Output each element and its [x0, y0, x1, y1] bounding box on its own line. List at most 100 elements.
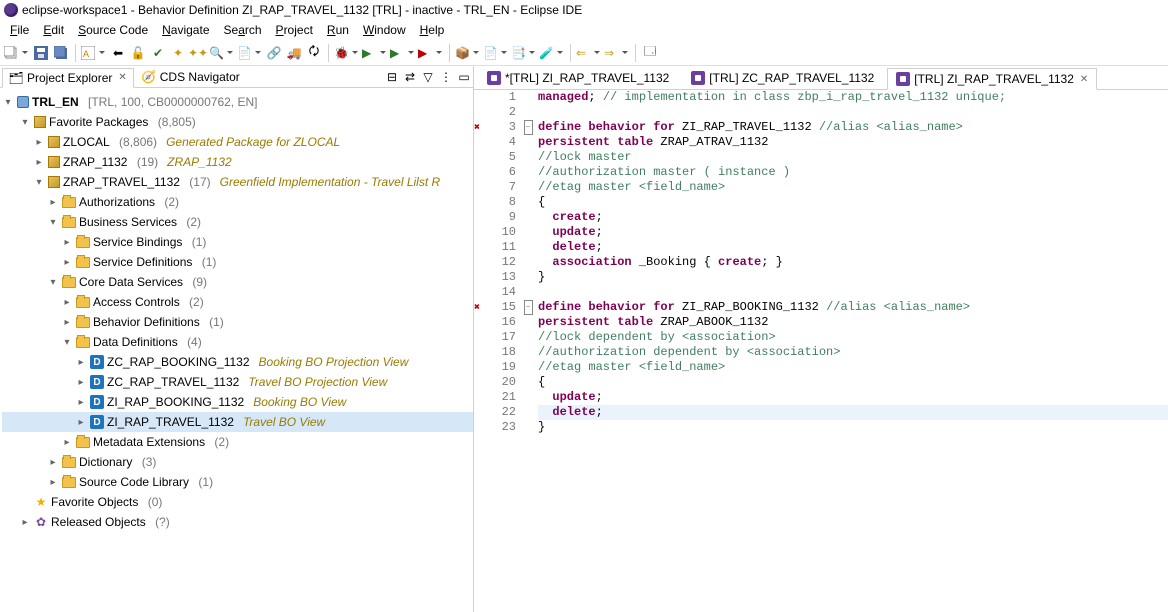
menu-file[interactable]: File: [4, 21, 35, 39]
ext-tools-button[interactable]: ▶: [418, 44, 444, 62]
new-test-button[interactable]: 🧪: [539, 44, 565, 62]
tree-pkg-zrap[interactable]: ▸ZRAP_1132 (19)ZRAP_1132: [2, 152, 473, 172]
link-editor-icon[interactable]: 🔗: [265, 44, 283, 62]
code-line[interactable]: delete;: [538, 405, 1168, 420]
debug-button[interactable]: 🐞: [334, 44, 360, 62]
tree-favorite-objects[interactable]: ★Favorite Objects (0): [2, 492, 473, 512]
code-line[interactable]: [538, 285, 1168, 300]
run-button[interactable]: ▶: [362, 44, 388, 62]
nav-fwd-button[interactable]: ⇒: [604, 44, 630, 62]
editor-tab-zi-travel[interactable]: [TRL] ZI_RAP_TRAVEL_1132✕: [887, 68, 1097, 90]
tree-dd-zi-booking[interactable]: ▸DZI_RAP_BOOKING_1132Booking BO View: [2, 392, 473, 412]
tree-data-definitions[interactable]: ▾Data Definitions (4): [2, 332, 473, 352]
code-line[interactable]: create;: [538, 210, 1168, 225]
view-menu-icon[interactable]: ⋮: [439, 70, 453, 84]
minimize-icon[interactable]: ▭: [457, 70, 471, 84]
code-line[interactable]: {: [538, 195, 1168, 210]
new-class-button[interactable]: 📄: [483, 44, 509, 62]
code-line[interactable]: update;: [538, 225, 1168, 240]
tree-fav-packages[interactable]: ▾Favorite Packages (8,805): [2, 112, 473, 132]
menu-search[interactable]: Search: [218, 21, 268, 39]
code-line[interactable]: {: [538, 375, 1168, 390]
code-line[interactable]: //etag master <field_name>: [538, 360, 1168, 375]
menu-navigate[interactable]: Navigate: [156, 21, 215, 39]
code-line[interactable]: //lock dependent by <association>: [538, 330, 1168, 345]
tree-access-controls[interactable]: ▸Access Controls (2): [2, 292, 473, 312]
menu-source[interactable]: Source Code: [72, 21, 154, 39]
perspective-button[interactable]: 🗔: [641, 44, 659, 62]
activate-all-icon[interactable]: ✦✦: [189, 44, 207, 62]
save-all-button[interactable]: [52, 44, 70, 62]
fold-column[interactable]: −−: [522, 90, 534, 612]
code-line[interactable]: //authorization master ( instance ): [538, 165, 1168, 180]
back-nav-icon[interactable]: ⬅: [109, 44, 127, 62]
new-prog-button[interactable]: 📑: [511, 44, 537, 62]
code-area[interactable]: managed; // implementation in class zbp_…: [534, 90, 1168, 612]
save-button[interactable]: [32, 44, 50, 62]
tree-service-definitions[interactable]: ▸Service Definitions (1): [2, 252, 473, 272]
open-object-button[interactable]: 📄: [237, 44, 263, 62]
code-line[interactable]: }: [538, 420, 1168, 435]
code-line[interactable]: persistent table ZRAP_ATRAV_1132: [538, 135, 1168, 150]
unlock-icon[interactable]: 🔓: [129, 44, 147, 62]
collapse-all-icon[interactable]: ⊟: [385, 70, 399, 84]
tree-behavior-definitions[interactable]: ▸Behavior Definitions (1): [2, 312, 473, 332]
tree-system-node[interactable]: ▾TRL_EN [TRL, 100, CB0000000762, EN]: [2, 92, 473, 112]
tree-authorizations[interactable]: ▸Authorizations (2): [2, 192, 473, 212]
fold-toggle-icon[interactable]: −: [524, 120, 533, 135]
tree-released-objects[interactable]: ▸✿Released Objects (?): [2, 512, 473, 532]
close-icon[interactable]: ✕: [118, 72, 126, 83]
tree-core-data-services[interactable]: ▾Core Data Services (9): [2, 272, 473, 292]
code-line[interactable]: managed; // implementation in class zbp_…: [538, 90, 1168, 105]
code-line[interactable]: [538, 105, 1168, 120]
tree-source-library[interactable]: ▸Source Code Library (1): [2, 472, 473, 492]
line-number: 6: [490, 165, 516, 180]
code-line[interactable]: //authorization dependent by <associatio…: [538, 345, 1168, 360]
editor-tab-zc-travel[interactable]: [TRL] ZC_RAP_TRAVEL_1132: [682, 67, 883, 89]
where-used-button[interactable]: 🔍: [209, 44, 235, 62]
code-line[interactable]: define behavior for ZI_RAP_BOOKING_1132 …: [538, 300, 1168, 315]
editor-tab-zi-travel-dirty[interactable]: *[TRL] ZI_RAP_TRAVEL_1132: [478, 67, 678, 89]
nav-back-button[interactable]: ⇐: [576, 44, 602, 62]
menu-help[interactable]: Help: [414, 21, 451, 39]
abap-object-button[interactable]: A: [81, 44, 107, 62]
tree-metadata-extensions[interactable]: ▸Metadata Extensions (2): [2, 432, 473, 452]
tab-cds-navigator[interactable]: 🧭 CDS Navigator: [136, 68, 246, 86]
code-line[interactable]: }: [538, 270, 1168, 285]
code-line[interactable]: association _Booking { create; }: [538, 255, 1168, 270]
code-editor[interactable]: 1234567891011121314151617181920212223 −−…: [474, 90, 1168, 612]
project-tree[interactable]: ▾TRL_EN [TRL, 100, CB0000000762, EN] ▾Fa…: [0, 88, 473, 612]
menu-run[interactable]: Run: [321, 21, 355, 39]
error-icon[interactable]: [474, 120, 490, 135]
tree-pkg-ztravel[interactable]: ▾ZRAP_TRAVEL_1132 (17)Greenfield Impleme…: [2, 172, 473, 192]
filter-icon[interactable]: ▽: [421, 70, 435, 84]
new-button[interactable]: [4, 44, 30, 62]
menu-project[interactable]: Project: [270, 21, 319, 39]
tree-pkg-zlocal[interactable]: ▸ZLOCAL (8,806)Generated Package for ZLO…: [2, 132, 473, 152]
check-icon[interactable]: ✔: [149, 44, 167, 62]
code-line[interactable]: //etag master <field_name>: [538, 180, 1168, 195]
code-line[interactable]: //lock master: [538, 150, 1168, 165]
fold-toggle-icon[interactable]: −: [524, 300, 533, 315]
activate-icon[interactable]: ✦: [169, 44, 187, 62]
new-pkg-button[interactable]: 📦: [455, 44, 481, 62]
code-line[interactable]: define behavior for ZI_RAP_TRAVEL_1132 /…: [538, 120, 1168, 135]
code-line[interactable]: delete;: [538, 240, 1168, 255]
tab-project-explorer[interactable]: 🗂 Project Explorer ✕: [2, 68, 134, 88]
tree-dictionary[interactable]: ▸Dictionary (3): [2, 452, 473, 472]
menu-window[interactable]: Window: [357, 21, 412, 39]
tree-business-services[interactable]: ▾Business Services (2): [2, 212, 473, 232]
tree-dd-zc-travel[interactable]: ▸DZC_RAP_TRAVEL_1132Travel BO Projection…: [2, 372, 473, 392]
tree-service-bindings[interactable]: ▸Service Bindings (1): [2, 232, 473, 252]
code-line[interactable]: update;: [538, 390, 1168, 405]
tree-dd-zc-booking[interactable]: ▸DZC_RAP_BOOKING_1132Booking BO Projecti…: [2, 352, 473, 372]
tree-dd-zi-travel[interactable]: ▸DZI_RAP_TRAVEL_1132Travel BO View: [2, 412, 473, 432]
menu-edit[interactable]: Edit: [37, 21, 70, 39]
refresh-icon[interactable]: 🗘: [305, 44, 323, 62]
code-line[interactable]: persistent table ZRAP_ABOOK_1132: [538, 315, 1168, 330]
link-with-editor-icon[interactable]: ⇄: [403, 70, 417, 84]
error-icon[interactable]: [474, 300, 490, 315]
transport-icon[interactable]: 🚚: [285, 44, 303, 62]
coverage-button[interactable]: ▶: [390, 44, 416, 62]
close-icon[interactable]: ✕: [1080, 74, 1088, 85]
